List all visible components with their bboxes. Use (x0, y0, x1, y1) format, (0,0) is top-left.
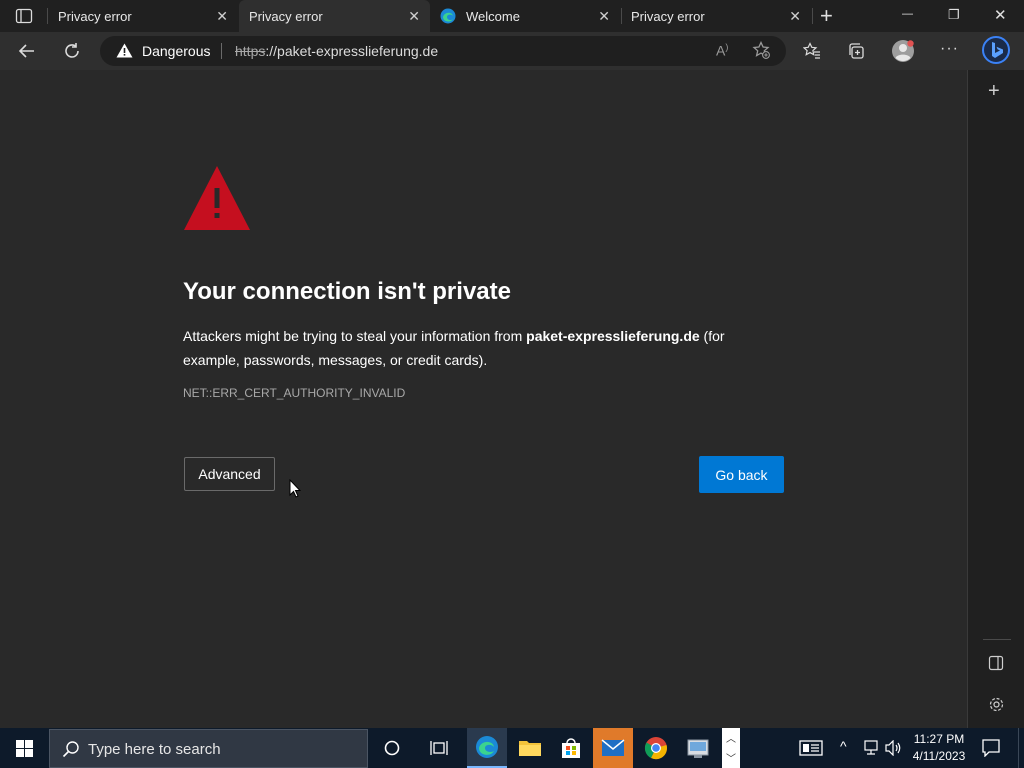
taskbar-chrome-icon[interactable] (636, 728, 676, 768)
chevron-up-icon[interactable]: ︿ (726, 730, 736, 745)
sidebar-settings-icon[interactable] (988, 696, 1005, 718)
advanced-button[interactable]: Advanced (184, 457, 275, 491)
taskbar-edge-icon[interactable] (467, 728, 507, 768)
network-icon[interactable] (862, 740, 880, 761)
tab-title: Privacy error (249, 9, 323, 24)
page-title: Your connection isn't private (183, 278, 511, 305)
new-tab-icon[interactable]: + (820, 3, 833, 29)
window-close-icon[interactable]: ✕ (994, 6, 1007, 24)
tab-title: Privacy error (58, 9, 132, 24)
close-icon[interactable]: ✕ (216, 8, 228, 25)
read-aloud-icon[interactable]: A) (716, 42, 728, 59)
minimize-icon[interactable]: — (902, 8, 913, 20)
add-sidebar-app-icon[interactable]: + (988, 80, 1000, 103)
collections-icon[interactable] (847, 42, 865, 65)
tab-actions-icon[interactable] (15, 8, 33, 24)
taskbar-search-box[interactable]: Type here to search (49, 729, 368, 768)
taskbar-scroll-control[interactable]: ︿ ﹀ (722, 728, 740, 768)
error-page: Your connection isn't private Attackers … (0, 70, 967, 728)
mouse-cursor (289, 478, 302, 503)
description-domain: paket-expresslieferung.de (526, 328, 700, 344)
edge-sidebar: + (967, 70, 1024, 728)
notification-center-icon[interactable] (982, 739, 1000, 762)
hidden-icons-chevron-icon[interactable]: ^ (840, 738, 847, 754)
back-arrow-icon[interactable] (18, 42, 36, 65)
bing-chat-icon[interactable] (980, 34, 1012, 71)
sidebar-divider (983, 639, 1011, 640)
address-divider (221, 43, 222, 59)
cortana-icon[interactable] (372, 728, 412, 768)
hide-sidebar-icon[interactable] (988, 655, 1004, 676)
security-status-label[interactable]: Dangerous (142, 43, 211, 59)
taskbar-mail-icon[interactable] (593, 728, 633, 768)
windows-taskbar: Type here to search ︿ ﹀ ^ 11:27 PM 4/11/… (0, 728, 1024, 768)
clock-time: 11:27 PM (913, 732, 965, 746)
go-back-button[interactable]: Go back (699, 456, 784, 493)
taskbar-file-explorer-icon[interactable] (510, 728, 550, 768)
tab-title: Privacy error (631, 9, 705, 24)
error-code[interactable]: NET::ERR_CERT_AUTHORITY_INVALID (183, 386, 405, 400)
windows-start-icon[interactable] (16, 740, 33, 762)
tab-welcome[interactable]: Welcome ✕ (430, 0, 620, 32)
more-options-icon[interactable]: ··· (940, 40, 959, 58)
close-icon[interactable]: ✕ (408, 8, 420, 25)
show-desktop-button[interactable] (1018, 728, 1024, 768)
tab-privacy-error-2[interactable]: Privacy error ✕ (239, 0, 430, 32)
url-scheme: https (235, 43, 266, 59)
add-favorite-icon[interactable] (752, 40, 770, 64)
close-icon[interactable]: ✕ (598, 8, 610, 25)
profile-avatar-icon[interactable] (891, 39, 915, 68)
description-text: Attackers might be trying to steal your … (183, 328, 527, 344)
search-placeholder: Type here to search (88, 741, 221, 758)
taskbar-app-icon[interactable] (678, 728, 718, 768)
clock[interactable]: 11:27 PM 4/11/2023 (908, 731, 970, 765)
search-icon (62, 740, 80, 763)
url-host: ://paket-expresslieferung.de (265, 43, 439, 59)
taskbar-store-icon[interactable] (551, 728, 591, 768)
clock-date: 4/11/2023 (912, 749, 966, 763)
volume-icon[interactable] (885, 739, 903, 761)
error-description: Attackers might be trying to steal your … (183, 324, 753, 372)
warning-icon[interactable] (116, 43, 133, 63)
tab-strip: Privacy error ✕ Privacy error ✕ Welcome … (0, 0, 1024, 32)
news-widget-icon[interactable] (799, 740, 823, 761)
edge-logo-icon (440, 8, 456, 24)
address-bar[interactable]: Dangerous https://paket-expresslieferung… (100, 36, 786, 66)
favorites-icon[interactable] (802, 42, 821, 65)
restore-icon[interactable]: ❐ (948, 7, 960, 23)
tab-privacy-error-1[interactable]: Privacy error ✕ (48, 0, 238, 32)
close-icon[interactable]: ✕ (789, 8, 801, 25)
danger-warning-icon (183, 164, 251, 237)
navigation-toolbar: Dangerous https://paket-expresslieferung… (0, 32, 1024, 70)
chevron-down-icon[interactable]: ﹀ (726, 750, 736, 765)
url-text[interactable]: https://paket-expresslieferung.de (235, 43, 438, 59)
tab-privacy-error-3[interactable]: Privacy error ✕ (621, 0, 811, 32)
refresh-icon[interactable] (63, 42, 81, 65)
tab-title: Welcome (466, 9, 520, 24)
task-view-icon[interactable] (419, 728, 459, 768)
